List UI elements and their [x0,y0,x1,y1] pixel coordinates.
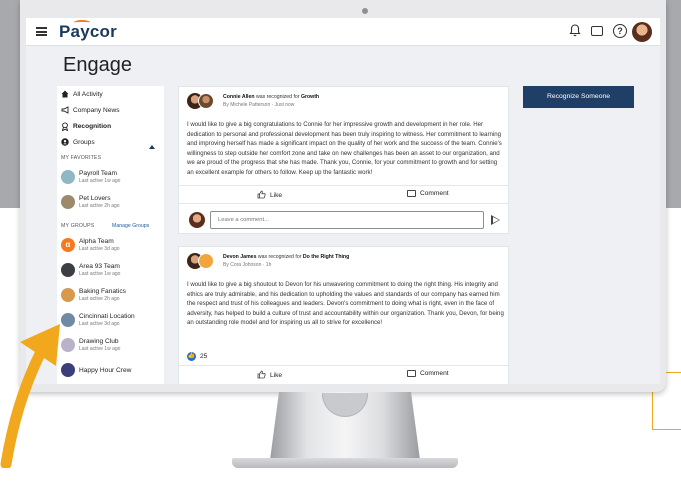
nav-recognition[interactable]: Recognition [61,122,112,132]
logo-swoosh [74,20,90,25]
group-status: Last active 2h ago [79,203,120,209]
giver-avatar [198,253,214,269]
headline-text: was recognized for [256,254,303,260]
comment-label: Comment [420,370,449,377]
megaphone-icon [61,106,69,114]
award-icon [61,122,69,132]
pointer-arrow-icon [0,324,60,468]
top-bar: Paycor ? [26,18,660,46]
group-item[interactable]: Area 93 Team Last active 1w ago [61,263,120,277]
group-name: Baking Fanatics [79,288,126,295]
alpha-icon: α [61,238,75,252]
comment-button[interactable]: Comment [407,190,449,197]
comment-button[interactable]: Comment [407,370,449,377]
headline-text: was recognized for [254,94,301,100]
recipient-name[interactable]: Connie Allen [223,94,255,100]
value-name: Do the Right Thing [302,254,350,260]
home-icon [61,90,69,98]
nav-label: Company News [73,106,120,114]
post-avatars [187,93,217,109]
post-avatars [187,253,217,269]
bell-icon[interactable] [568,24,582,38]
post-byline: By Michele Patterson · Just now [223,102,295,108]
divider [179,365,508,366]
send-icon[interactable] [491,215,500,225]
comment-icon [407,370,416,377]
group-name: Cincinnati Location [79,313,135,320]
group-item[interactable]: Baking Fanatics Last active 2h ago [61,288,126,302]
favorite-group[interactable]: Pet Lovers Last active 2h ago [61,195,120,209]
paycor-logo[interactable]: Paycor [59,22,117,42]
recognition-post: Connie Allen was recognized for Growth B… [178,86,509,234]
manage-groups-link[interactable]: Manage Groups [112,223,149,229]
group-status: Last active 3d ago [79,246,120,252]
sidebar: All Activity Company News Recognition Gr… [57,86,164,384]
monitor-base [232,458,458,468]
nav-label: Recognition [73,122,112,130]
group-status: Last active 1w ago [79,346,121,352]
reaction-summary[interactable]: 👍 25 [187,352,207,361]
nav-groups[interactable]: Groups [61,138,95,146]
group-name: Alpha Team [79,238,114,245]
groups-icon [61,138,69,146]
group-item[interactable]: α Alpha Team Last active 3d ago [61,238,120,252]
group-name: Payroll Team [79,170,117,177]
like-label: Like [270,372,283,379]
group-thumbnail [61,288,75,302]
favorites-heading: MY FAVORITES [61,155,102,161]
group-item[interactable]: Cincinnati Location Last active 3d ago [61,313,135,327]
group-thumbnail [61,195,75,209]
group-status: Last active 3d ago [79,321,120,327]
menu-icon[interactable] [36,27,47,36]
post-body: I would like to give a big shoutout to D… [187,281,504,327]
team-icon [61,263,75,277]
group-name: Pet Lovers [79,195,111,202]
thumbs-up-icon: 👍 [187,352,196,361]
commenter-avatar [189,212,205,228]
reaction-count: 25 [200,353,208,360]
groups-heading: MY GROUPS [61,223,95,229]
comment-input[interactable] [210,211,484,229]
group-name: Area 93 Team [79,263,120,270]
app-screen: Paycor ? Engage All Activity Company New… [26,18,660,384]
chat-icon[interactable] [591,26,603,36]
post-headline: Devon James was recognized for Do the Ri… [223,254,349,260]
nav-label: All Activity [73,90,103,98]
user-avatar[interactable] [632,22,652,42]
chevron-up-icon[interactable] [149,145,155,149]
comment-icon [407,190,416,197]
thumbs-up-icon [257,190,266,201]
group-thumbnail [61,170,75,184]
group-status: Last active 1w ago [79,271,121,277]
page-title: Engage [63,54,132,76]
post-byline: By Cora Johnson · 1h [223,262,272,268]
like-button[interactable]: Like [257,370,282,381]
post-body: I would like to give a big congratulatio… [187,121,502,176]
post-headline: Connie Allen was recognized for Growth [223,94,319,100]
thumbs-up-icon [257,370,266,381]
group-status: Last active 1w ago [79,178,121,184]
value-name: Growth [300,94,320,100]
like-label: Like [270,192,283,199]
help-icon[interactable]: ? [613,24,627,38]
recipient-name[interactable]: Devon James [223,254,256,260]
recognize-someone-button[interactable]: Recognize Someone [523,86,634,108]
favorite-group[interactable]: Payroll Team Last active 1w ago [61,170,120,184]
divider [179,203,508,204]
comment-label: Comment [420,190,449,197]
group-name: Happy Hour Crew [79,366,132,374]
nav-company-news[interactable]: Company News [61,106,120,114]
divider [179,185,508,186]
giver-avatar [198,93,214,109]
group-status: Last active 2h ago [79,296,120,302]
recognition-post: Devon James was recognized for Do the Ri… [178,246,509,384]
nav-all-activity[interactable]: All Activity [61,90,103,98]
camera-dot [362,8,368,14]
group-name: Drawing Club [79,338,119,345]
like-button[interactable]: Like [257,190,282,201]
nav-label: Groups [73,138,95,146]
